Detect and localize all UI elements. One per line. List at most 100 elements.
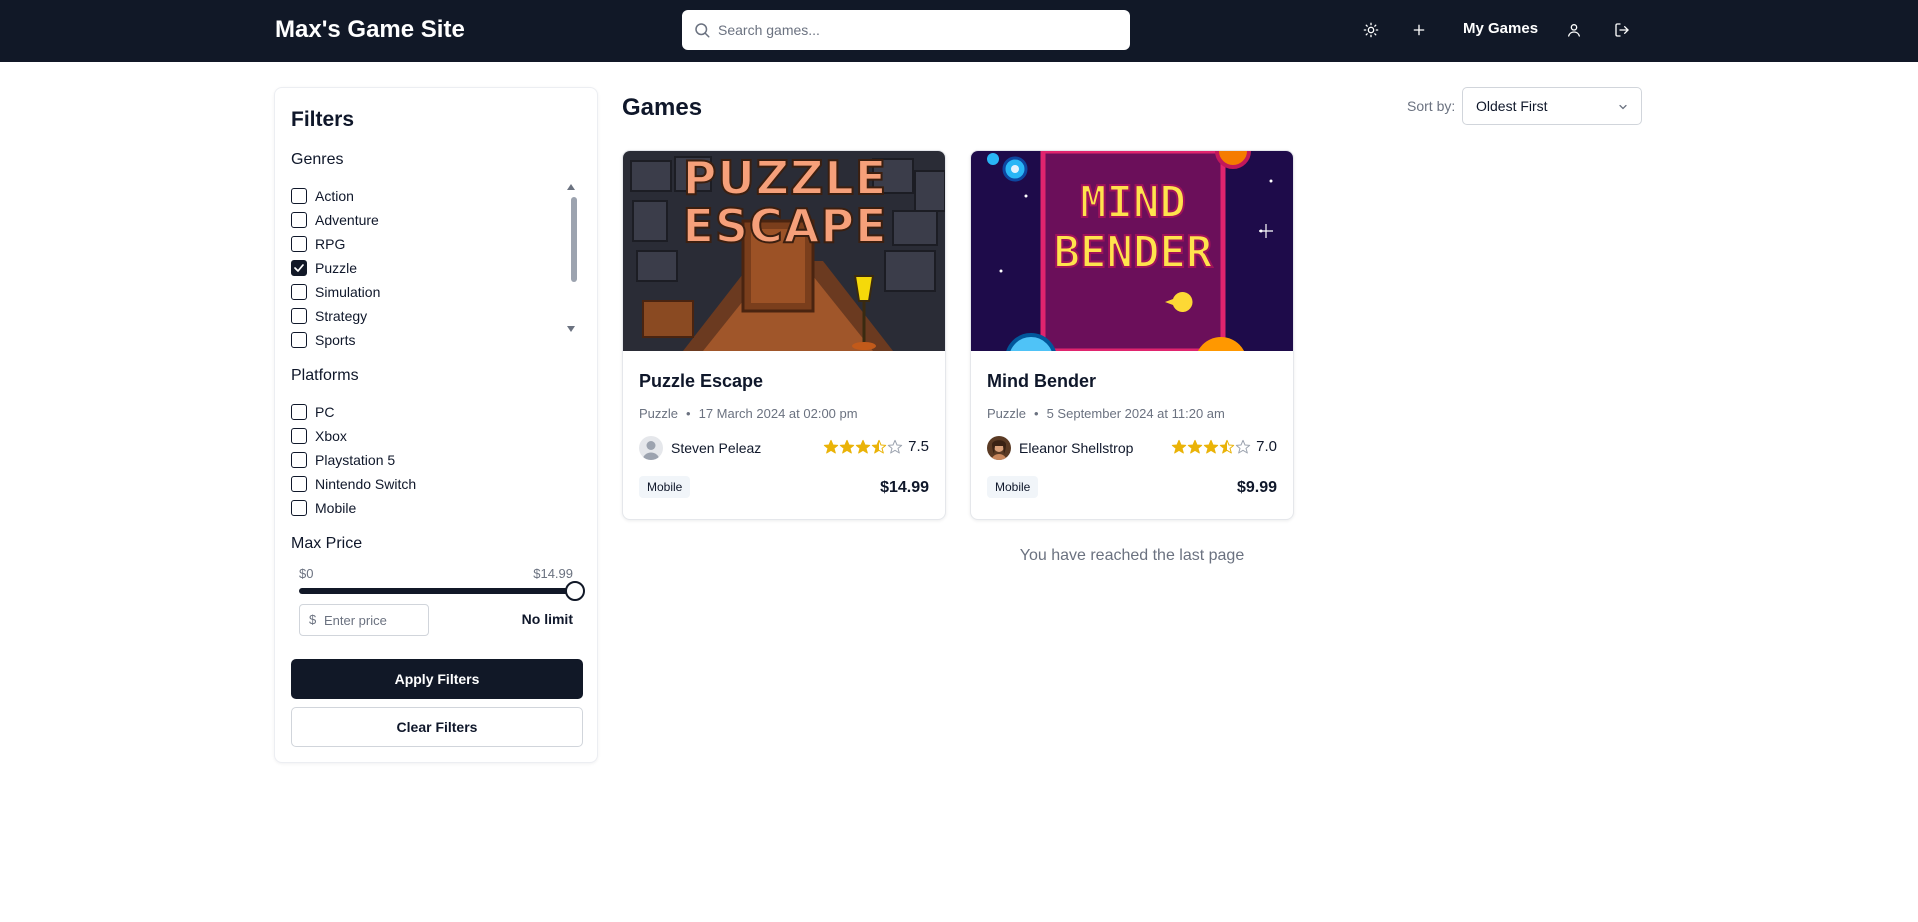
genre-option-rpg[interactable]: RPG [291,234,345,254]
scroll-down-icon[interactable] [567,325,575,333]
genre-option-simulation[interactable]: Simulation [291,282,380,302]
game-price: $9.99 [1236,479,1277,496]
star-rating [823,439,903,455]
platform-option-pc[interactable]: PC [291,402,334,422]
platform-label: Mobile [315,500,357,516]
genre-label: Simulation [315,284,381,300]
genre-checkbox[interactable] [291,260,307,276]
platform-option-nintendo-switch[interactable]: Nintendo Switch [291,474,416,494]
game-author: Eleanor Shellstrop [987,436,1133,460]
genre-checkbox[interactable] [291,332,307,348]
cover-title-line-2: ESCAPE [681,198,888,254]
genre-label: RPG [315,236,346,252]
logout-icon [1615,23,1629,37]
price-slider-track[interactable] [299,588,575,594]
game-cover-image: PUZZLE ESCAPE [623,151,945,351]
clear-filters-button[interactable]: Clear Filters [291,707,583,747]
price-slider-thumb[interactable] [565,581,585,601]
price-min-label: $0 [299,566,314,581]
platform-label: Playstation 5 [315,452,396,468]
star-icon [1235,439,1251,453]
star-icon [855,439,871,453]
cover-title-line-2: BENDER [1053,226,1214,279]
platform-label: PC [315,404,335,420]
platform-option-mobile[interactable]: Mobile [291,498,356,518]
platform-checkbox[interactable] [291,428,307,444]
star-icon [1219,439,1235,453]
platform-label: Nintendo Switch [315,476,417,492]
star-icon [839,439,855,453]
game-rating: 7.0 [1171,438,1277,455]
price-input-box[interactable]: $ [299,604,429,636]
genre-option-sports[interactable]: Sports [291,330,355,350]
logout-button[interactable] [1611,19,1633,41]
game-card[interactable]: MIND BENDER Mind Bender Puzzle • 5 Septemb… [970,150,1294,520]
search-input[interactable] [714,10,1124,50]
search-icon [695,23,710,38]
platform-checkbox[interactable] [291,476,307,492]
platform-badge: Mobile [639,476,691,498]
genre-checkbox[interactable] [291,308,307,324]
game-card[interactable]: PUZZLE ESCAPE Puzzle Escape Puzzle • 17 Ma… [622,150,946,520]
plus-icon [1413,24,1425,36]
genre-label: Puzzle [315,260,358,276]
platform-option-playstation-5[interactable]: Playstation 5 [291,450,395,470]
star-icon [1203,439,1219,453]
sort-select[interactable]: Oldest First [1462,87,1642,125]
currency-symbol: $ [309,612,317,627]
my-games-link[interactable]: My Games [1463,20,1538,37]
theme-toggle-button[interactable] [1360,19,1382,41]
game-genre: Puzzle [639,406,679,421]
meta-separator: • [686,406,691,421]
genres-scrollbar-thumb[interactable] [571,197,577,282]
genre-label: Sports [315,332,356,348]
add-game-button[interactable] [1408,19,1430,41]
genre-label: Strategy [315,308,368,324]
max-price-heading: Max Price [291,535,363,552]
sun-icon [1363,22,1379,38]
game-genre: Puzzle [987,406,1027,421]
avatar [987,436,1011,460]
game-meta: Puzzle • 17 March 2024 at 02:00 pm [639,406,858,421]
price-input[interactable] [324,605,424,635]
platform-option-xbox[interactable]: Xbox [291,426,347,446]
game-meta: Puzzle • 5 September 2024 at 11:20 am [987,406,1225,421]
game-title[interactable]: Puzzle Escape [639,371,763,392]
genre-checkbox[interactable] [291,212,307,228]
genre-option-strategy[interactable]: Strategy [291,306,367,326]
genres-heading: Genres [291,151,344,168]
star-icon [871,439,887,453]
game-title[interactable]: Mind Bender [987,371,1096,392]
game-cover-image: MIND BENDER [971,151,1293,351]
sort-value: Oldest First [1476,98,1548,114]
game-date: 5 September 2024 at 11:20 am [1046,406,1225,421]
price-max-label: $14.99 [533,566,573,581]
filters-panel: Filters Genres Action Adventure RPG Puzzle S… [274,87,598,763]
game-date: 17 March 2024 at 02:00 pm [698,406,858,421]
genre-checkbox[interactable] [291,188,307,204]
profile-button[interactable] [1563,19,1585,41]
scroll-up-icon[interactable] [567,183,575,191]
sort-label: Sort by: [1407,98,1456,114]
site-brand[interactable]: Max's Game Site [275,16,465,44]
genre-checkbox[interactable] [291,284,307,300]
genre-option-puzzle[interactable]: Puzzle [291,258,357,278]
platform-checkbox[interactable] [291,452,307,468]
star-icon [1187,439,1203,453]
game-price: $14.99 [880,479,929,496]
check-icon [294,264,304,272]
platform-label: Xbox [315,428,347,444]
platforms-heading: Platforms [291,367,359,384]
genre-label: Adventure [315,212,379,228]
user-icon [1568,24,1580,37]
page-title: Games [622,94,703,121]
platform-checkbox[interactable] [291,404,307,420]
genre-option-adventure[interactable]: Adventure [291,210,379,230]
top-nav: Max's Game Site My Games [0,0,1918,62]
search-box[interactable] [682,10,1130,50]
genre-checkbox[interactable] [291,236,307,252]
genre-option-action[interactable]: Action [291,186,354,206]
apply-filters-button[interactable]: Apply Filters [291,659,583,699]
platform-checkbox[interactable] [291,500,307,516]
star-icon [887,439,903,453]
